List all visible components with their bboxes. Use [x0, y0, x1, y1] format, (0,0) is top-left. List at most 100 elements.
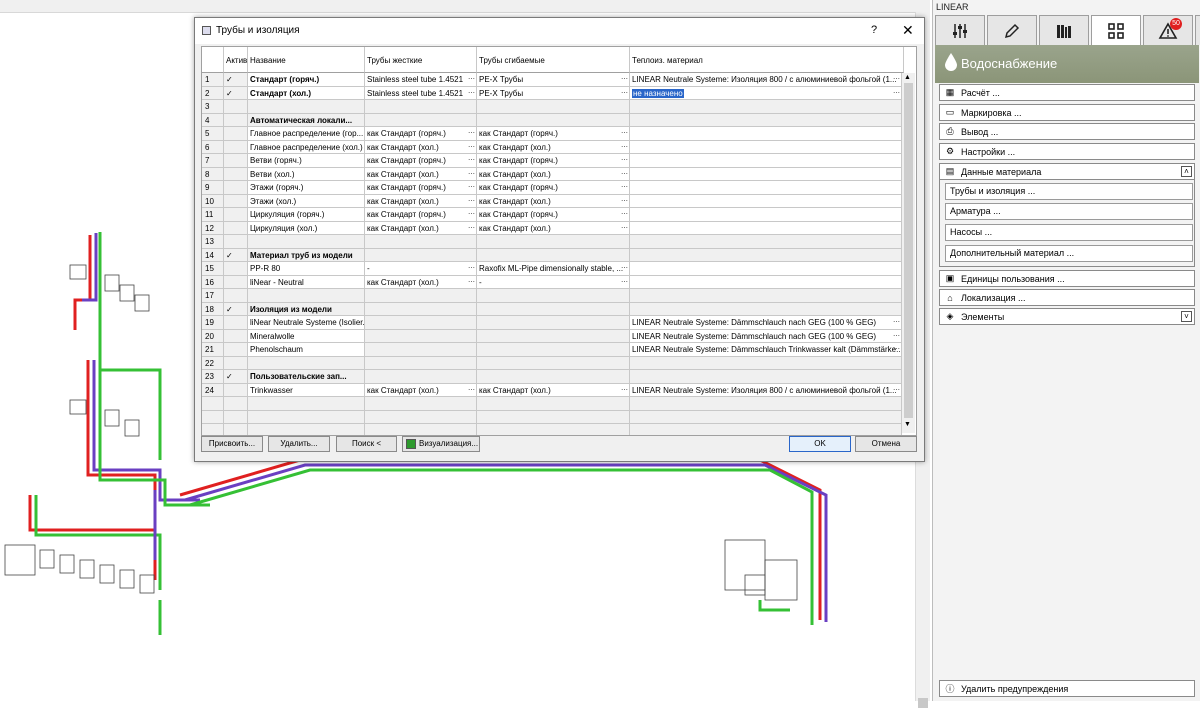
- cell-name[interactable]: Стандарт (хол.): [248, 86, 365, 100]
- cell-rigid[interactable]: Stainless steel tube 1.4521 ⋯: [365, 86, 477, 100]
- ellipsis-icon[interactable]: ⋯: [621, 384, 628, 397]
- ellipsis-icon[interactable]: ⋯: [621, 276, 628, 289]
- cell-name[interactable]: Стандарт (горяч.): [248, 73, 365, 87]
- table-row[interactable]: 24 Trinkwasser как Стандарт (хол.) ⋯ как Ста…: [202, 383, 902, 397]
- cell-name[interactable]: Главное распределение (гор...: [248, 127, 365, 141]
- ellipsis-icon[interactable]: ⋯: [468, 87, 475, 100]
- tab-edit[interactable]: [987, 15, 1037, 45]
- table-row[interactable]: 13: [202, 235, 902, 249]
- settings-button[interactable]: ⚙ Настройки ...: [939, 143, 1195, 160]
- table-row[interactable]: 7 Ветви (горяч.) как Стандарт (горяч.) ⋯ как…: [202, 154, 902, 168]
- cell-ins[interactable]: LINEAR Neutrale Systeme: Dämmschlauch na…: [630, 329, 902, 343]
- cell-name[interactable]: Главное распределение (хол.): [248, 140, 365, 154]
- cell-rigid[interactable]: как Стандарт (хол.) ⋯: [365, 275, 477, 289]
- calc-button[interactable]: ▦ Расчёт ...: [939, 84, 1195, 101]
- active-checkbox[interactable]: [224, 113, 248, 127]
- header-flexible[interactable]: Трубы сгибаемые: [477, 47, 630, 73]
- active-checkbox[interactable]: [224, 154, 248, 168]
- cell-ins[interactable]: [630, 221, 902, 235]
- cell-ins[interactable]: LINEAR Neutrale Systeme: Изоляция 800 / …: [630, 383, 902, 397]
- active-checkbox[interactable]: ✓: [224, 370, 248, 384]
- cell-name[interactable]: PP-R 80: [248, 262, 365, 276]
- active-checkbox[interactable]: [224, 181, 248, 195]
- tab-sliders[interactable]: [935, 15, 985, 45]
- ellipsis-icon[interactable]: ⋯: [468, 195, 475, 208]
- cell-ins[interactable]: [630, 275, 902, 289]
- cell-rigid[interactable]: как Стандарт (горяч.) ⋯: [365, 208, 477, 222]
- cell-ins[interactable]: [630, 208, 902, 222]
- ellipsis-icon[interactable]: ⋯: [468, 73, 475, 86]
- header-active[interactable]: Актив: [224, 47, 248, 73]
- cell-flex[interactable]: как Стандарт (горяч.) ⋯: [477, 127, 630, 141]
- table-row[interactable]: 10 Этажи (хол.) как Стандарт (хол.) ⋯ как Ст…: [202, 194, 902, 208]
- table-row[interactable]: 15 PP-R 80- ⋯ Raxofix ML-Pipe dimensionally…: [202, 262, 902, 276]
- active-checkbox[interactable]: [224, 316, 248, 330]
- ok-button[interactable]: OK: [789, 436, 851, 452]
- cancel-button[interactable]: Отмена: [855, 436, 917, 452]
- table-row[interactable]: 16 liNear - Neutral как Стандарт (хол.) ⋯ - ⋯: [202, 275, 902, 289]
- table-row[interactable]: 19 liNear Neutrale Systeme (Isolier... LIN…: [202, 316, 902, 330]
- cell-rigid[interactable]: как Стандарт (горяч.) ⋯: [365, 127, 477, 141]
- cell-ins[interactable]: [630, 127, 902, 141]
- units-button[interactable]: ▣ Единицы пользования ...: [939, 270, 1195, 287]
- cell-flex[interactable]: как Стандарт (хол.) ⋯: [477, 167, 630, 181]
- active-checkbox[interactable]: ✓: [224, 73, 248, 87]
- table-row[interactable]: 8 Ветви (хол.) как Стандарт (хол.) ⋯ как Ста…: [202, 167, 902, 181]
- header-rigid[interactable]: Трубы жесткие: [365, 47, 477, 73]
- ellipsis-icon[interactable]: ⋯: [468, 262, 475, 275]
- cell-flex[interactable]: как Стандарт (хол.) ⋯: [477, 194, 630, 208]
- table-row[interactable]: 23 ✓ Пользовательские зап...: [202, 370, 902, 384]
- ellipsis-icon[interactable]: ⋯: [468, 141, 475, 154]
- pumps-button[interactable]: Насосы ...: [945, 224, 1193, 241]
- cell-ins[interactable]: [630, 167, 902, 181]
- ellipsis-icon[interactable]: ⋯: [621, 208, 628, 221]
- scroll-down-icon[interactable]: ▼: [904, 421, 911, 428]
- cell-ins[interactable]: [630, 154, 902, 168]
- ellipsis-icon[interactable]: ⋯: [468, 168, 475, 181]
- assign-button[interactable]: Присвоить...: [201, 436, 263, 452]
- cell-ins[interactable]: не назначено ⋯: [630, 86, 902, 100]
- cell-name[interactable]: liNear Neutrale Systeme (Isolier...: [248, 316, 365, 330]
- ellipsis-icon[interactable]: ⋯: [893, 316, 900, 329]
- active-checkbox[interactable]: ✓: [224, 248, 248, 262]
- active-checkbox[interactable]: [224, 208, 248, 222]
- cell-flex[interactable]: - ⋯: [477, 275, 630, 289]
- cell-flex[interactable]: как Стандарт (хол.) ⋯: [477, 140, 630, 154]
- header-insulation[interactable]: Теплоиз. материал: [630, 47, 904, 73]
- cell-rigid[interactable]: как Стандарт (хол.) ⋯: [365, 383, 477, 397]
- table-row[interactable]: 4 Автоматическая локали...: [202, 113, 902, 127]
- material-data-button[interactable]: ▤ Данные материала ˄: [939, 163, 1195, 180]
- pipes-insulation-button[interactable]: Трубы и изоляция ...: [945, 183, 1193, 200]
- ellipsis-icon[interactable]: ⋯: [621, 195, 628, 208]
- ellipsis-icon[interactable]: ⋯: [893, 73, 900, 86]
- cell-name[interactable]: Циркуляция (хол.): [248, 221, 365, 235]
- cell-flex[interactable]: как Стандарт (горяч.) ⋯: [477, 181, 630, 195]
- ellipsis-icon[interactable]: ⋯: [468, 276, 475, 289]
- active-checkbox[interactable]: ✓: [224, 86, 248, 100]
- cell-name[interactable]: Trinkwasser: [248, 383, 365, 397]
- ellipsis-icon[interactable]: ⋯: [468, 384, 475, 397]
- active-checkbox[interactable]: [224, 221, 248, 235]
- ellipsis-icon[interactable]: ⋯: [893, 87, 900, 100]
- active-checkbox[interactable]: [224, 329, 248, 343]
- table-row[interactable]: 3: [202, 100, 902, 114]
- ellipsis-icon[interactable]: ⋯: [621, 73, 628, 86]
- cell-name[interactable]: Этажи (горяч.): [248, 181, 365, 195]
- table-row[interactable]: 2 ✓ Стандарт (хол.) Stainless steel tube 1.…: [202, 86, 902, 100]
- scroll-up-icon[interactable]: ▲: [904, 74, 911, 81]
- ellipsis-icon[interactable]: ⋯: [468, 208, 475, 221]
- ellipsis-icon[interactable]: ⋯: [893, 343, 900, 356]
- cell-name[interactable]: Mineralwolle: [248, 329, 365, 343]
- active-checkbox[interactable]: [224, 262, 248, 276]
- cell-rigid[interactable]: - ⋯: [365, 262, 477, 276]
- tab-dashboard[interactable]: [1091, 15, 1141, 45]
- table-row[interactable]: 12 Циркуляция (хол.) как Стандарт (хол.) ⋯ к…: [202, 221, 902, 235]
- cell-flex[interactable]: Raxofix ML-Pipe dimensionally stable, ..…: [477, 262, 630, 276]
- extra-material-button[interactable]: Дополнительный материал ...: [945, 245, 1193, 262]
- table-row[interactable]: 11 Циркуляция (горяч.) как Стандарт (горяч…: [202, 208, 902, 222]
- cell-flex[interactable]: как Стандарт (горяч.) ⋯: [477, 208, 630, 222]
- elements-button[interactable]: ◈ Элементы ˅: [939, 308, 1195, 325]
- cell-rigid[interactable]: Stainless steel tube 1.4521 ⋯: [365, 73, 477, 87]
- cell-rigid[interactable]: как Стандарт (горяч.) ⋯: [365, 154, 477, 168]
- ellipsis-icon[interactable]: ⋯: [621, 141, 628, 154]
